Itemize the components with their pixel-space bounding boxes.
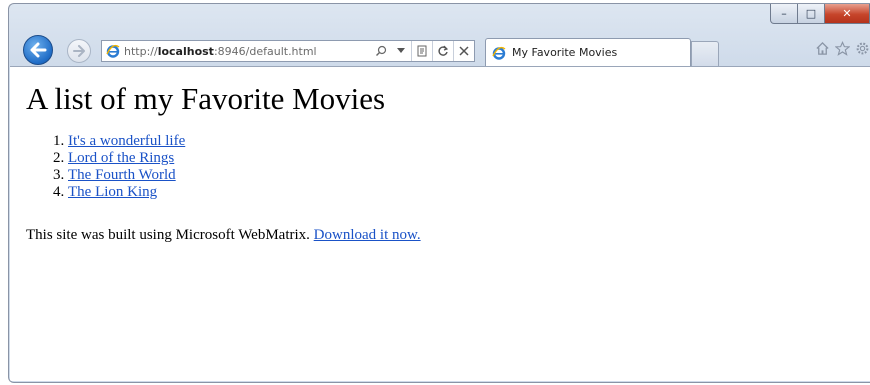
tools-button[interactable] [854, 40, 870, 56]
favorites-star-icon [834, 40, 850, 56]
page-content: A list of my Favorite Movies It's a wond… [10, 66, 870, 381]
search-icon [376, 45, 387, 56]
tab-my-favorite-movies[interactable]: My Favorite Movies [485, 38, 691, 66]
ie-logo-icon [106, 44, 120, 58]
home-icon [815, 41, 829, 55]
stop-button[interactable] [453, 41, 474, 61]
download-link[interactable]: Download it now. [314, 227, 421, 243]
close-icon: ✕ [842, 7, 852, 20]
page-heading: A list of my Favorite Movies [26, 81, 386, 116]
compatibility-view-button[interactable] [411, 41, 432, 61]
address-tools [371, 41, 474, 61]
footer-sentence: This site was built using Microsoft WebM… [26, 227, 314, 243]
movie-list: It's a wonderful life Lord of the Rings … [26, 133, 185, 201]
address-bar[interactable]: http://localhost:8946/default.html [101, 40, 475, 62]
list-item: The Fourth World [68, 167, 185, 184]
close-window-button[interactable]: ✕ [825, 4, 870, 24]
movie-link[interactable]: Lord of the Rings [68, 150, 174, 166]
address-url[interactable]: http://localhost:8946/default.html [124, 45, 346, 58]
navigation-bar: http://localhost:8946/default.html My Fa… [9, 32, 870, 66]
url-prefix: http:// [124, 44, 158, 58]
compat-view-icon [417, 45, 427, 57]
browser-window: – □ ✕ http://localhost:8946/default.html [8, 3, 870, 383]
minimize-icon: – [781, 7, 787, 20]
back-arrow-icon [30, 42, 47, 58]
dropdown-icon [397, 48, 405, 53]
minimize-button[interactable]: – [770, 4, 798, 24]
refresh-button[interactable] [432, 41, 453, 61]
new-tab-button[interactable] [691, 41, 719, 66]
movie-link[interactable]: The Lion King [68, 184, 157, 200]
url-host: localhost [157, 44, 214, 58]
home-button[interactable] [814, 40, 830, 56]
address-dropdown-button[interactable] [391, 41, 411, 61]
window-controls: – □ ✕ [770, 4, 870, 24]
footer-text: This site was built using Microsoft WebM… [26, 227, 421, 244]
url-path: :8946/default.html [213, 44, 317, 58]
list-item: The Lion King [68, 184, 185, 201]
settings-gear-icon [856, 42, 868, 54]
stop-icon [459, 46, 469, 56]
movie-link[interactable]: The Fourth World [68, 167, 176, 183]
tab-title: My Favorite Movies [512, 46, 618, 59]
list-item: It's a wonderful life [68, 133, 185, 150]
ie-logo-icon [492, 46, 506, 60]
list-item: Lord of the Rings [68, 150, 185, 167]
search-button[interactable] [371, 41, 391, 61]
forward-arrow-icon [73, 45, 85, 57]
movie-link[interactable]: It's a wonderful life [68, 133, 185, 149]
browser-toolbar-icons [814, 40, 870, 56]
refresh-icon [438, 45, 449, 56]
title-bar: – □ ✕ [9, 4, 870, 34]
maximize-icon: □ [805, 7, 817, 20]
back-button[interactable] [23, 35, 53, 65]
maximize-button[interactable]: □ [798, 4, 825, 24]
forward-button[interactable] [67, 39, 91, 63]
favorites-button[interactable] [834, 40, 850, 56]
